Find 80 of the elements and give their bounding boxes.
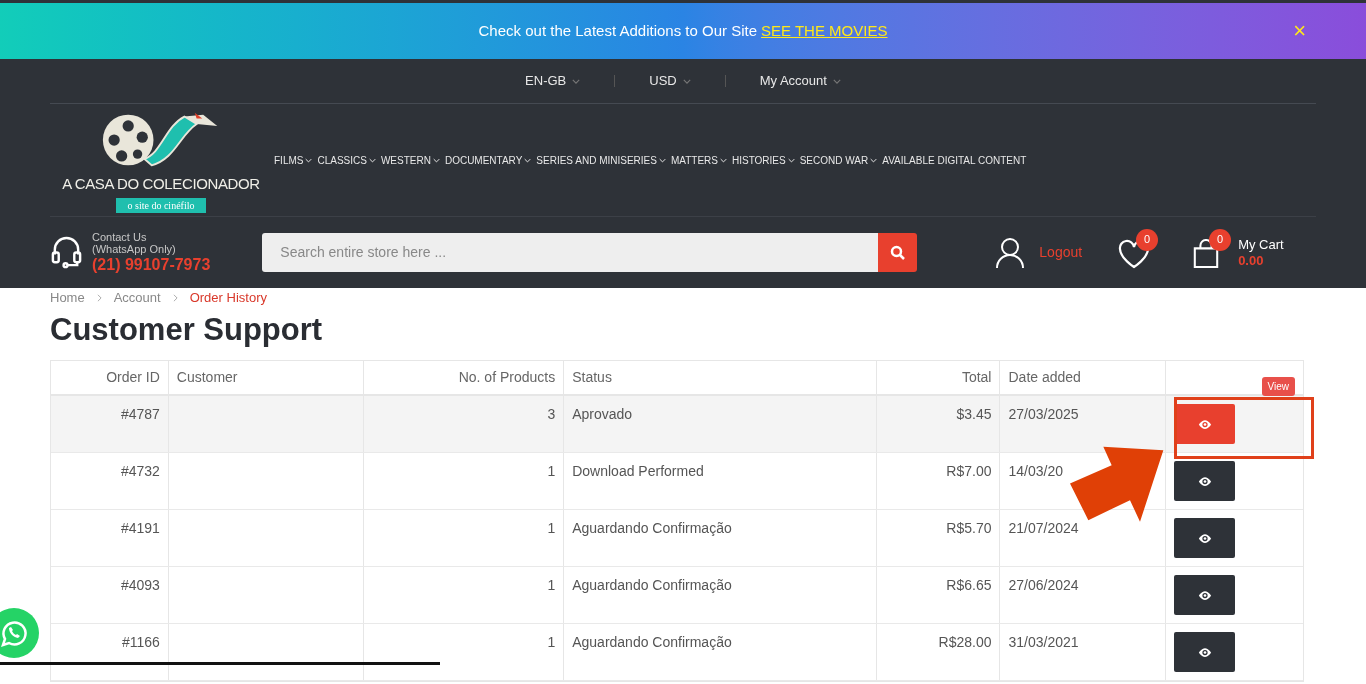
table-cell-text: #4191 — [120, 519, 160, 538]
eye-icon — [1197, 590, 1212, 600]
top-bar-dropdown[interactable]: My Account — [749, 71, 851, 91]
column-header: Customer — [176, 368, 238, 387]
table-cell-text: 14/03/20 — [1008, 462, 1063, 481]
table-cell-text: 21/07/2024 — [1008, 519, 1079, 538]
cart-total: 0.00 — [1238, 252, 1265, 269]
page-title: Customer Support — [50, 311, 324, 349]
order-row[interactable]: #4732 1 Download Performed R$7.00 14/03/20 — [51, 453, 1303, 510]
table-cell-text: #4787 — [120, 405, 160, 424]
table-cell-text: $3.45 — [956, 405, 992, 424]
table-cell-text: R$6.65 — [946, 576, 992, 595]
table-cell-text: Aguardando Confirmação — [572, 576, 732, 595]
table-cell-text: Download Performed — [572, 462, 704, 481]
close-button[interactable]: × — [1293, 20, 1306, 42]
order-row[interactable]: #1166 1 Aguardando Confirmação R$28.00 31/03/2021 — [51, 624, 1303, 681]
contact-label: Contact Us — [92, 230, 148, 243]
order-row[interactable]: #4093 1 Aguardando Confirmação R$6.65 27/06/2024 — [51, 567, 1303, 624]
announcement-text: Check out the Latest Additions to Our Site — [478, 20, 758, 41]
view-button[interactable] — [1174, 518, 1236, 558]
table-cell-text: 1 — [547, 576, 556, 595]
nav-menu-item[interactable]: MATTERS — [670, 152, 727, 168]
column-header: Date added — [1008, 368, 1081, 387]
top-bar-dropdown[interactable]: USD — [639, 71, 701, 91]
user-icon[interactable] — [995, 236, 1026, 269]
chevron-right-icon — [96, 294, 102, 302]
wishlist-count-badge: 0 — [1136, 228, 1159, 251]
eye-icon — [1197, 647, 1212, 657]
logo-name: A CASA DO COLECIONADOR — [62, 174, 260, 195]
cart-count-badge: 0 — [1209, 228, 1232, 251]
column-header: Order ID — [106, 368, 160, 387]
table-cell-text: Aguardando Confirmação — [572, 633, 732, 652]
table-cell-text: 27/03/2025 — [1008, 405, 1079, 424]
search-field[interactable]: Search entire store here ... — [262, 233, 879, 272]
top-bar-dropdown[interactable]: EN-GB — [515, 71, 591, 91]
nav-menu-item[interactable]: DOCUMENTARY — [444, 152, 532, 168]
table-cell-text: Aprovado — [572, 405, 633, 424]
view-tooltip: View — [1261, 377, 1295, 396]
chevron-right-icon — [172, 294, 178, 302]
nav-menu-item[interactable]: WESTERN — [380, 152, 440, 168]
contact-note: (WhatsApp Only) — [92, 242, 177, 255]
table-cell-text: 1 — [547, 519, 556, 538]
phone-number: (21) 99107-7973 — [92, 255, 211, 275]
nav-menu-item[interactable]: CLASSICS — [317, 152, 376, 168]
column-header: Status — [572, 368, 612, 387]
table-cell-text: 3 — [547, 405, 556, 424]
table-cell-text: R$5.70 — [946, 519, 992, 538]
breadcrumb-link[interactable]: Home — [50, 288, 85, 308]
logo-tagline: o site do cinéfilo — [115, 197, 207, 213]
column-header: No. of Products — [458, 368, 556, 387]
eye-icon — [1197, 476, 1212, 486]
headset-icon — [50, 235, 83, 270]
view-button[interactable] — [1174, 632, 1236, 672]
table-cell-text: Aguardando Confirmação — [572, 519, 732, 538]
table-cell-text: 1 — [547, 462, 556, 481]
nav-menu-item[interactable]: SECOND WAR — [799, 152, 878, 168]
nav-menu-item[interactable]: HISTORIES — [732, 152, 795, 168]
nav-menu-item[interactable]: FILMS — [274, 152, 313, 168]
table-cell-text: 27/06/2024 — [1008, 576, 1079, 595]
order-row[interactable]: #4787 3 Aprovado $3.45 27/03/2025 — [51, 396, 1303, 453]
eye-icon — [1197, 419, 1212, 429]
search-button[interactable] — [878, 233, 918, 272]
table-cell-text: #1166 — [121, 633, 160, 652]
table-cell-text: #4732 — [120, 462, 160, 481]
table-cell-text: R$28.00 — [938, 633, 992, 652]
column-header: Total — [961, 368, 992, 387]
table-cell-text: #4093 — [120, 576, 160, 595]
nav-menu-item[interactable]: SERIES AND MINISERIES — [536, 152, 666, 168]
breadcrumb-link[interactable]: Account — [113, 288, 161, 308]
breadcrumb-link[interactable]: Order History — [189, 288, 267, 308]
table-cell-text: 31/03/2021 — [1008, 633, 1079, 652]
eye-icon — [1197, 533, 1212, 543]
view-button[interactable] — [1174, 461, 1236, 501]
table-cell-text: R$7.00 — [946, 462, 992, 481]
view-button[interactable] — [1174, 575, 1236, 615]
table-cell-text: 1 — [547, 633, 556, 652]
search-icon — [889, 244, 906, 261]
cart-label: My Cart — [1238, 236, 1284, 253]
order-row[interactable]: #4191 1 Aguardando Confirmação R$5.70 21/07/2024 — [51, 510, 1303, 567]
nav-menu-item[interactable]: AVAILABLE DIGITAL CONTENT — [882, 152, 1027, 168]
